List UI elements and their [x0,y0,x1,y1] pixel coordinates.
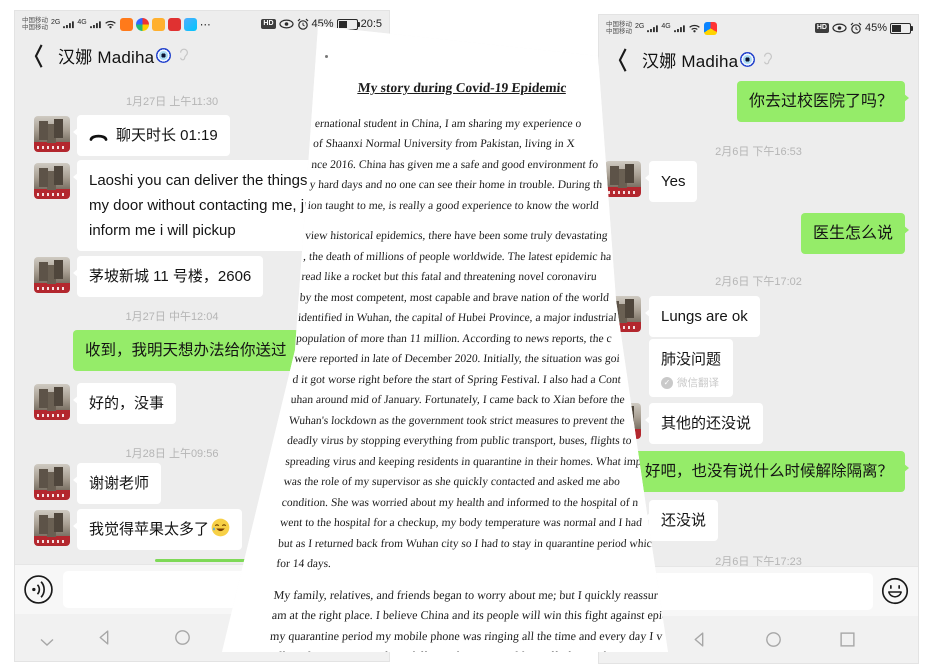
translation-bubble[interactable]: 肺没问题 ✓微信翻译 [649,339,733,397]
avatar[interactable] [34,257,70,293]
sim1-network-label: 2G [635,23,644,30]
signal-bars-icon [90,20,101,29]
back-chevron-icon[interactable]: 〈 [608,42,627,76]
sim2-network-label: 4G [77,19,86,26]
avatar[interactable] [34,163,70,199]
battery-icon [337,19,358,30]
wechat-translate-label: ✓微信翻译 [661,377,721,389]
document-title: My story during Covid-19 Epidemic [325,78,599,99]
hd-badge: HD [815,23,829,33]
carrier-label: 中国移动中国移动 [606,21,632,35]
contact-name: 汉娜 Madiha [642,47,738,72]
sent-message[interactable]: 医生怎么说 [801,213,905,254]
status-time: 20:5 [361,18,382,30]
chat-timestamp: 2月6日 下午17:02 [599,273,918,289]
nav-recents-icon[interactable] [839,631,856,653]
eye-comfort-icon [279,19,294,29]
notification-app-icon [168,18,181,31]
stray-dot [325,55,328,58]
notification-app-icon [184,18,197,31]
call-duration-bubble[interactable]: 聊天时长 01:19 [77,115,230,156]
back-chevron-icon[interactable]: 〈 [24,38,43,72]
received-message[interactable]: 好的，没事 [77,383,176,424]
nav-home-icon[interactable] [174,629,191,651]
more-notifications-icon: ⋯ [200,18,212,31]
received-message[interactable]: 其他的还没说 [649,403,763,444]
received-message[interactable]: 茅坡新城 11 号楼，2606 [77,256,263,297]
avatar[interactable] [605,161,641,197]
check-circle-icon: ✓ [661,377,673,389]
carrier-label: 中国移动中国移动 [22,17,48,31]
notification-app-icon [704,22,717,35]
nazar-amulet-emoji [740,52,755,67]
notification-app-icon [120,18,133,31]
chat-timestamp: 2月6日 下午16:53 [599,143,918,159]
nav-back-icon[interactable] [96,629,113,651]
received-message[interactable]: 还没说 [649,500,718,541]
alarm-icon [297,18,309,30]
notification-app-icon [152,18,165,31]
phone-handset-icon [89,132,108,141]
signal-bars-icon [674,24,685,33]
eye-comfort-icon [832,23,847,33]
earpiece-mode-icon [179,48,189,62]
sent-message[interactable]: 你去过校医院了吗？ [737,81,905,122]
hide-navbar-chevron-icon[interactable] [39,634,55,652]
nav-home-icon[interactable] [765,631,782,653]
right-chat-header: 〈 汉娜 Madiha [599,39,918,79]
contact-name: 汉娜 Madiha [58,43,154,68]
nav-back-icon[interactable] [691,631,708,653]
emoji-keyboard-icon[interactable] [881,577,909,610]
notification-app-icon [136,18,149,31]
battery-icon [890,23,911,34]
received-message[interactable]: Yes [649,161,697,202]
sim1-network-label: 2G [51,19,60,26]
chat-timestamp: 1月27日 上午11:30 [15,93,329,109]
document-paragraph: view historical epidemics, there have be… [276,226,594,575]
received-message[interactable]: Lungs are ok [649,296,760,337]
sim2-network-label: 4G [661,23,670,30]
battery-percent: 45% [865,22,887,34]
avatar[interactable] [34,384,70,420]
nazar-amulet-emoji [156,48,171,63]
received-message[interactable]: 谢谢老师 [77,463,161,504]
avatar[interactable] [34,510,70,546]
received-message[interactable]: 我觉得苹果太多了 [77,509,242,550]
right-status-bar: 中国移动中国移动 2G 4G HD 45% [599,15,918,39]
signal-bars-icon [63,20,74,29]
avatar[interactable] [34,116,70,152]
sent-message[interactable]: 好吧，也没有说什么时候解除隔离？ [633,451,905,492]
earpiece-mode-icon [763,52,773,66]
chat-timestamp: 1月27日 中午12:04 [15,308,329,324]
hd-badge: HD [261,19,275,29]
document-paragraph: ernational student in China, I am sharin… [307,114,604,217]
wifi-icon [104,19,117,29]
voice-message-icon[interactable] [23,574,54,610]
laugh-cry-emoji [211,518,230,537]
translated-text: 肺没问题 [661,347,721,372]
signal-bars-icon [647,24,658,33]
composite-screenshot: 中国移动中国移动 2G 4G ⋯ HD 45% 20:5 〈 汉娜 Madiha [0,0,925,670]
wifi-icon [688,23,701,33]
avatar[interactable] [34,464,70,500]
document-text: My story during Covid-19 Epidemic ernati… [267,66,608,670]
alarm-icon [850,22,862,34]
sent-message[interactable]: 收到，我明天想办法给你送过 [73,330,299,371]
